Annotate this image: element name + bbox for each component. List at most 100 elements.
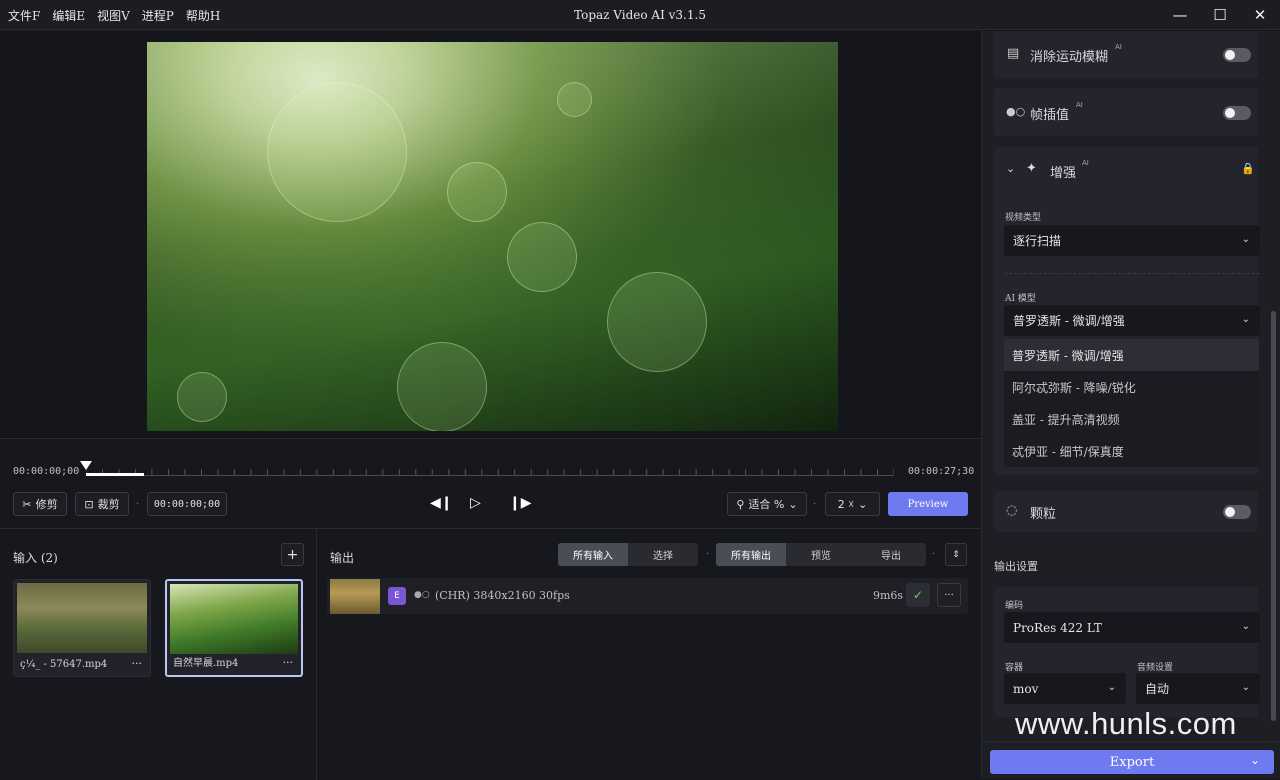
zoom-icon: ⚲ [736, 497, 745, 511]
input-title: 输入 (2) [13, 551, 58, 565]
frame-interp-toggle[interactable] [1223, 106, 1251, 120]
video-type-select[interactable]: 逐行扫描 ⌄ [1004, 225, 1260, 256]
timeline-start-time: 00:00:00;00 [13, 466, 80, 477]
motion-blur-card: ▤ 消除运动模糊 AI [994, 31, 1258, 78]
more-icon[interactable]: ··· [937, 583, 961, 607]
watermark: www.hunls.com [1015, 706, 1237, 741]
chevron-down-icon: ⌄ [1241, 234, 1250, 245]
codec-select[interactable]: ProRes 422 LT ⌄ [1004, 612, 1260, 643]
video-type-label: 视频类型 [1005, 213, 1042, 223]
control-row: ✂ 修剪 ⊡ 裁剪 · 00:00:00;00 ◀❙ ▷ ❙▶ ⚲ 适合 % ⌄… [0, 490, 981, 528]
chevron-down-icon: ⌄ [788, 497, 798, 511]
output-title: 输出 [330, 551, 355, 565]
output-thumbnail [330, 579, 380, 614]
sparkle-icon: ✦ [1026, 161, 1037, 176]
tab-export[interactable]: 导出 [856, 543, 926, 566]
output-duration: 9m6s [873, 589, 904, 602]
export-button[interactable]: Export ⌄ [990, 750, 1274, 774]
container-select[interactable]: mov ⌄ [1004, 673, 1126, 704]
preview-button[interactable]: Preview [888, 492, 968, 516]
divider [1004, 273, 1260, 274]
zoom-dropdown[interactable]: ⚲ 适合 % ⌄ [727, 492, 807, 516]
model-option[interactable]: 阿尔忒弥斯 - 降噪/锐化 [1004, 371, 1259, 403]
chevron-down-icon: ⌄ [1241, 682, 1250, 693]
input-filename: ç¼_ - 57647.mp4 [20, 659, 108, 670]
timeline-track[interactable] [86, 475, 894, 476]
play-icon[interactable]: ▷ [470, 495, 481, 511]
ai-model-dropdown-list: 普罗透斯 - 微调/增强 阿尔忒弥斯 - 降噪/锐化 盖亚 - 提升高清视频 忒… [1004, 339, 1259, 467]
output-settings-card: 编码 ProRes 422 LT ⌄ 容器 mov ⌄ 音频设置 自动 ⌄ [994, 587, 1260, 717]
title-bar: 文件F 编辑E 视图V 进程P 帮助H Topaz Video AI v3.1.… [0, 0, 1280, 30]
step-back-icon[interactable]: ◀❙ [430, 495, 453, 511]
divider-dot: · [813, 499, 817, 510]
frame-interp-icon: ●○ [1006, 105, 1026, 118]
sort-icon[interactable]: ⇕ [945, 543, 967, 566]
window-title: Topaz Video AI v3.1.5 [574, 8, 706, 22]
video-preview-frame[interactable] [147, 42, 838, 431]
export-bar: Export ⌄ [981, 741, 1280, 779]
input-thumbnail [170, 584, 298, 654]
model-option[interactable]: 普罗透斯 - 微调/增强 [1004, 339, 1259, 371]
codec-label: 编码 [1005, 601, 1024, 611]
tab-selected[interactable]: 选择 [628, 543, 698, 566]
motion-blur-label: 消除运动模糊 [1030, 50, 1109, 65]
chevron-down-icon: ⌄ [1107, 682, 1116, 693]
tab-all-inputs[interactable]: 所有输入 [558, 543, 628, 566]
model-option[interactable]: 盖亚 - 提升高清视频 [1004, 403, 1259, 435]
output-panel: 输出 所有输入 选择 · 所有输出 预览 导出 · ⇕ E ●○ (CHR) 3… [317, 529, 981, 780]
audio-select[interactable]: 自动 ⌄ [1136, 673, 1260, 704]
crop-icon: ⊡ [84, 497, 94, 511]
maximize-icon[interactable]: ☐ [1200, 0, 1240, 30]
ai-model-select[interactable]: 普罗透斯 - 微调/增强 ⌄ [1004, 305, 1260, 336]
timeline-end-time: 00:00:27;30 [908, 466, 975, 477]
motion-blur-icon: ▤ [1007, 46, 1020, 61]
playhead-icon[interactable] [80, 461, 92, 470]
minimize-icon[interactable]: — [1160, 0, 1200, 30]
tab-preview[interactable]: 预览 [786, 543, 856, 566]
chevron-down-icon[interactable]: ⌄ [1250, 753, 1260, 767]
audio-label: 音频设置 [1137, 663, 1174, 673]
divider-dot: · [706, 549, 710, 560]
check-icon[interactable]: ✓ [906, 583, 930, 607]
close-icon[interactable]: ✕ [1240, 0, 1280, 30]
trim-button[interactable]: ✂ 修剪 [13, 492, 67, 516]
model-option[interactable]: 忒伊亚 - 细节/保真度 [1004, 435, 1259, 467]
output-settings-title: 输出设置 [994, 560, 1038, 573]
speed-dropdown[interactable]: 2 ☓ ⌄ [825, 492, 880, 516]
enhance-label: 增强 [1050, 166, 1077, 181]
ai-model-label: AI 模型 [1005, 294, 1036, 304]
grain-toggle[interactable] [1223, 505, 1251, 519]
input-filename: 自然早晨.mp4 [173, 658, 239, 669]
add-input-button[interactable]: + [281, 543, 304, 566]
output-row[interactable]: E ●○ (CHR) 3840x2160 30fps 9m6s ✓ ··· [327, 578, 968, 614]
input-panel: 输入 (2) + ç¼_ - 57647.mp4 ··· 自然早晨.mp4 ··… [0, 529, 317, 780]
pipeline-icon: ●○ [414, 590, 430, 600]
grain-label: 颗粒 [1030, 507, 1057, 522]
chevron-down-icon[interactable]: ⌄ [1006, 162, 1015, 175]
divider-dot: · [932, 549, 936, 560]
frame-interp-label: 帧插值 [1030, 108, 1070, 123]
current-time-field[interactable]: 00:00:00;00 [147, 492, 227, 516]
bottom-panels: 输入 (2) + ç¼_ - 57647.mp4 ··· 自然早晨.mp4 ··… [0, 528, 981, 780]
timeline-ticks [86, 469, 894, 475]
crop-button[interactable]: ⊡ 裁剪 [75, 492, 129, 516]
chevron-down-icon: ⌄ [1241, 621, 1250, 632]
step-forward-icon[interactable]: ❙▶ [509, 495, 532, 511]
grain-card: ◌ 颗粒 [994, 491, 1258, 532]
scrollbar[interactable] [1271, 311, 1276, 721]
lock-icon[interactable]: 🔒 [1241, 162, 1255, 175]
more-icon[interactable]: ··· [132, 657, 143, 670]
window-controls: — ☐ ✕ [1160, 0, 1280, 30]
motion-blur-toggle[interactable] [1223, 48, 1251, 62]
preview-area [0, 31, 981, 438]
input-filter-toggle: 所有输入 选择 [558, 543, 698, 566]
container-label: 容器 [1005, 663, 1024, 673]
output-meta: (CHR) 3840x2160 30fps [435, 589, 570, 602]
input-item-selected[interactable]: 自然早晨.mp4 ··· [165, 579, 303, 677]
chevron-down-icon: ⌄ [858, 497, 868, 511]
more-icon[interactable]: ··· [283, 656, 294, 669]
divider-dot: · [136, 499, 140, 510]
tab-all-outputs[interactable]: 所有输出 [716, 543, 786, 566]
input-item[interactable]: ç¼_ - 57647.mp4 ··· [13, 579, 151, 677]
ai-superscript: AI [1076, 101, 1083, 109]
